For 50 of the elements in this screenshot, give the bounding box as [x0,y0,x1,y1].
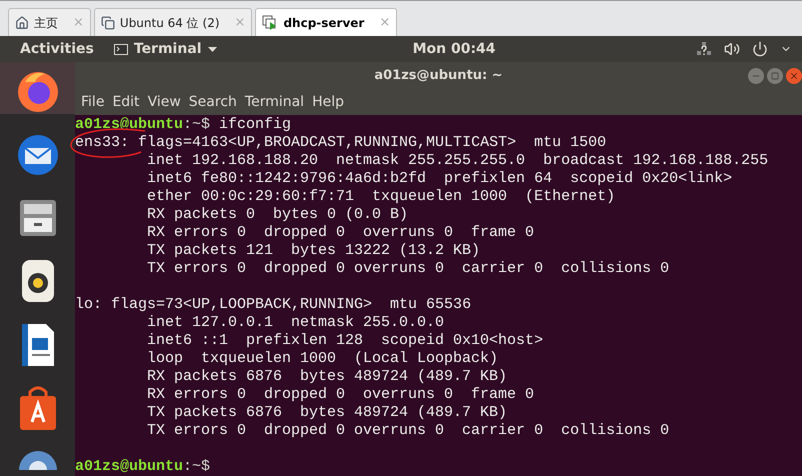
output-line: lo: flags=73<UP,LOOPBACK,RUNNING> mtu 65536 [75,296,472,313]
output-line: loop txqueuelen 1000 (Local Loopback) [147,350,498,367]
dock-item[interactable] [0,62,75,114]
close-icon [789,71,799,81]
caret-icon [208,46,217,52]
output-line: RX errors 0 dropped 0 overruns 0 frame 0 [147,386,534,403]
prompt-user-host: a01zs@ubuntu [75,458,184,476]
vm-tab[interactable]: 主页 × [8,8,91,36]
command-text: ifconfig [218,116,292,134]
output-line: TX packets 6876 bytes 489724 (489.7 KB) [147,404,508,421]
window-icon [100,16,115,30]
activities-button[interactable]: Activities [0,38,114,60]
output-line: TX packets 121 bytes 13222 (13.2 KB) [147,242,480,259]
output-line: inet6 fe80::1242:9796:4a6d:b2fd prefixlen 64 scopeid 0x20<link> [147,170,732,187]
menu-item[interactable]: Search [188,92,237,113]
output-line: inet6 ::1 prefixlen 128 scopeid 0x10<host> [147,332,544,349]
output-line: TX errors 0 dropped 0 overruns 0 carrier 0 collisions 0 [147,260,670,277]
clock[interactable]: Mon 00:44 [412,38,496,60]
vm-tab[interactable]: dhcp-server × [255,8,398,36]
output-line: RX errors 0 dropped 0 overruns 0 frame 0 [147,224,534,241]
window-title: a01zs@ubuntu: ~ [374,66,503,85]
output-line: inet 192.168.188.20 netmask 255.255.255.0 broadcast 192.168.188.255 [147,152,768,169]
tab-label: dhcp-server [283,14,364,32]
menu-item[interactable]: File [81,92,104,113]
menu-item[interactable]: Edit [112,92,140,113]
prompt-path: :~$ [183,116,210,134]
prompt-path: :~$ [183,458,210,476]
prompt-user-host: a01zs@ubuntu [75,116,184,134]
menu-item[interactable]: Help [312,92,344,113]
terminal-app-menu[interactable]: Terminal [114,38,217,60]
volume-icon[interactable] [724,41,740,57]
tab-label: Ubuntu 64 位 (2) [120,14,220,32]
output-line: TX errors 0 dropped 0 overruns 0 carrier 0 collisions 0 [147,422,670,439]
power-icon[interactable] [752,41,768,57]
menu-item[interactable]: View [148,92,181,113]
terminal-icon [114,44,128,54]
output-line: ether 00:0c:29:60:f7:71 txqueuelen 1000 (Ethernet) [147,188,616,205]
running-vm-icon [262,14,278,30]
output-line: inet 127.0.0.1 netmask 255.0.0.0 [147,314,444,331]
output-line: RX packets 6876 bytes 489724 (489.7 KB) [147,368,508,385]
vm-tab[interactable]: Ubuntu 64 位 (2) × [94,8,252,36]
tab-label: 主页 [34,14,58,32]
output-line: ens33: flags=4163<UP,BROADCAST,RUNNING,MULTICAST> mtu 1500 [75,134,606,151]
lifebuoy-icon[interactable] [16,450,58,470]
square-icon [771,72,779,80]
close-button[interactable] [786,68,802,84]
network-unknown-icon[interactable] [696,41,712,57]
menu-item[interactable]: Terminal [244,92,304,113]
home-icon [15,16,29,30]
output-line: RX packets 0 bytes 0 (0.0 B) [147,206,408,223]
